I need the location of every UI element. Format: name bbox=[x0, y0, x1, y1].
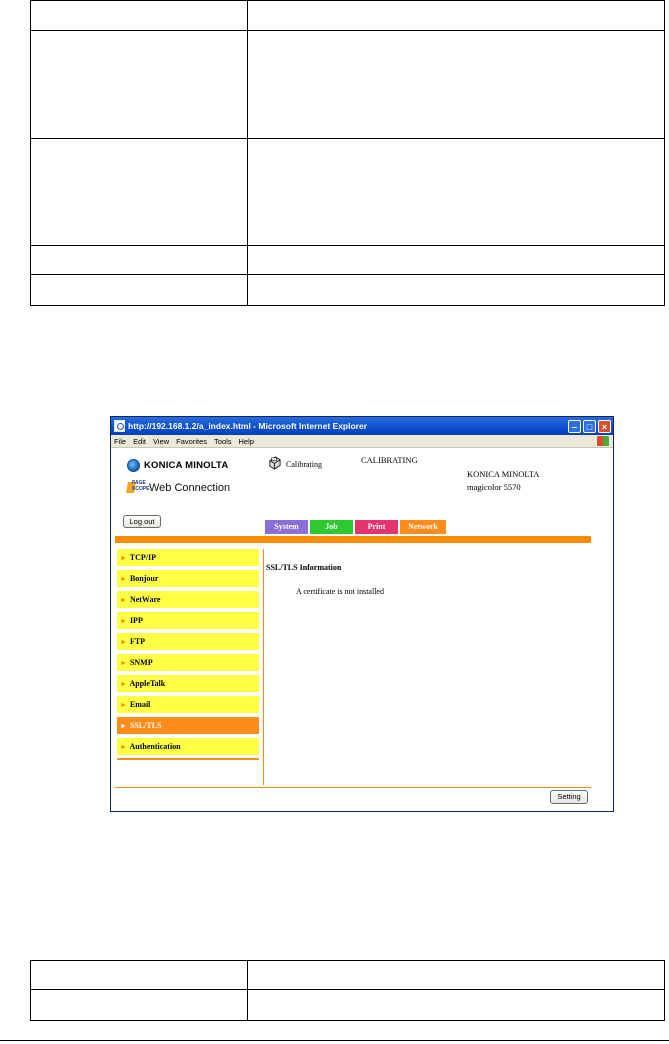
tab-bar: System Job Print Network bbox=[265, 520, 448, 534]
pagescope-logo: PAGE SCOPE Web Connection bbox=[126, 480, 231, 495]
sidebar-item-ssltls[interactable]: ► SSL/TLS bbox=[117, 717, 259, 734]
top-table bbox=[30, 0, 665, 306]
menu-bar: File Edit View Favorites Tools Help bbox=[111, 435, 613, 448]
menu-edit[interactable]: Edit bbox=[133, 437, 146, 446]
arrow-icon: ► bbox=[120, 701, 127, 709]
table-row bbox=[30, 30, 665, 139]
arrow-icon: ► bbox=[120, 680, 127, 688]
section-title: SSL/TLS Information bbox=[266, 563, 342, 572]
browser-window: http://192.168.1.2/a_index.html - Micros… bbox=[110, 416, 614, 812]
ie-icon bbox=[114, 420, 125, 432]
menu-view[interactable]: View bbox=[153, 437, 169, 446]
content-divider bbox=[263, 549, 264, 785]
maximize-icon[interactable]: □ bbox=[583, 419, 596, 433]
sidebar-item-label: AppleTalk bbox=[129, 679, 166, 688]
arrow-icon: ► bbox=[120, 617, 127, 625]
browser-titlebar: http://192.168.1.2/a_index.html - Micros… bbox=[111, 417, 613, 435]
menu-favorites[interactable]: Favorites bbox=[176, 437, 207, 446]
status-label: Calibrating bbox=[286, 460, 322, 469]
arrow-icon: ► bbox=[120, 596, 127, 604]
product-name: Web Connection bbox=[149, 481, 231, 494]
arrow-icon: ► bbox=[120, 575, 127, 583]
sidebar-item-label: FTP bbox=[129, 637, 146, 646]
table-row bbox=[30, 274, 665, 306]
header-divider bbox=[115, 536, 591, 543]
menu-tools[interactable]: Tools bbox=[214, 437, 232, 446]
table-row bbox=[30, 989, 665, 1021]
sidebar-item-label: Bonjour bbox=[129, 574, 159, 583]
minimize-icon[interactable]: – bbox=[568, 419, 581, 433]
close-icon[interactable]: × bbox=[598, 419, 611, 433]
pagescope-mark: PAGE SCOPE bbox=[132, 480, 150, 492]
table-row bbox=[30, 245, 665, 275]
table-row bbox=[30, 960, 665, 990]
sidebar-item-email[interactable]: ► Email bbox=[117, 696, 259, 713]
sidebar-item-bonjour[interactable]: ► Bonjour bbox=[117, 570, 259, 587]
globe-icon bbox=[127, 459, 140, 472]
table-row bbox=[30, 138, 665, 246]
sidebar-item-label: SNMP bbox=[129, 658, 153, 667]
sidebar-item-label: Email bbox=[129, 700, 151, 709]
konica-minolta-logo: KONICA MINOLTA bbox=[127, 459, 228, 472]
menu-help[interactable]: Help bbox=[239, 437, 254, 446]
page-content: KONICA MINOLTA PAGE SCOPE Web Connection… bbox=[111, 449, 613, 811]
browser-title: http://192.168.1.2/a_index.html - Micros… bbox=[128, 421, 368, 431]
certificate-message: A certificate is not installed bbox=[296, 587, 384, 596]
menu-file[interactable]: File bbox=[114, 437, 126, 446]
sidebar-item-label: IPP bbox=[129, 616, 143, 625]
tab-system[interactable]: System bbox=[265, 520, 308, 534]
arrow-icon: ► bbox=[120, 743, 127, 751]
sidebar-item-snmp[interactable]: ► SNMP bbox=[117, 654, 259, 671]
model-maker: KONICA MINOLTA bbox=[467, 469, 540, 479]
logout-button[interactable]: Log out bbox=[123, 515, 161, 528]
tab-network[interactable]: Network bbox=[400, 520, 446, 534]
page-footer-rule bbox=[0, 1040, 669, 1041]
arrow-icon: ► bbox=[120, 554, 127, 562]
windows-flag-icon bbox=[597, 436, 609, 446]
sidebar-item-label: NetWare bbox=[129, 595, 161, 604]
arrow-icon: ► bbox=[120, 722, 127, 730]
sidebar-underline bbox=[117, 758, 259, 760]
sidebar-item-netware[interactable]: ► NetWare bbox=[117, 591, 259, 608]
tab-print[interactable]: Print bbox=[355, 520, 398, 534]
brand-name: KONICA MINOLTA bbox=[144, 460, 229, 471]
sidebar-item-label: SSL/TLS bbox=[129, 721, 162, 730]
sidebar: ► TCP/IP ► Bonjour ► NetWare ► IPP ► FTP… bbox=[117, 549, 259, 760]
arrow-icon: ► bbox=[120, 638, 127, 646]
model-name: magicolor 5570 bbox=[467, 482, 521, 492]
sidebar-item-appletalk[interactable]: ► AppleTalk bbox=[117, 675, 259, 692]
sidebar-item-ftp[interactable]: ► FTP bbox=[117, 633, 259, 650]
table-row bbox=[30, 0, 665, 31]
bottom-table bbox=[30, 960, 665, 1021]
sidebar-item-tcpip[interactable]: ► TCP/IP bbox=[117, 549, 259, 566]
pagescope-icon: PAGE SCOPE bbox=[126, 480, 150, 495]
sidebar-item-ipp[interactable]: ► IPP bbox=[117, 612, 259, 629]
status-message: CALIBRATING bbox=[361, 455, 418, 465]
setting-button[interactable]: Setting bbox=[550, 790, 588, 804]
tab-job[interactable]: Job bbox=[310, 520, 353, 534]
footer-divider bbox=[115, 787, 591, 788]
arrow-icon: ► bbox=[120, 659, 127, 667]
sidebar-item-label: Authentication bbox=[129, 742, 181, 751]
sidebar-item-authentication[interactable]: ► Authentication bbox=[117, 738, 259, 755]
printer-status-icon bbox=[269, 456, 281, 470]
sidebar-item-label: TCP/IP bbox=[129, 553, 157, 562]
